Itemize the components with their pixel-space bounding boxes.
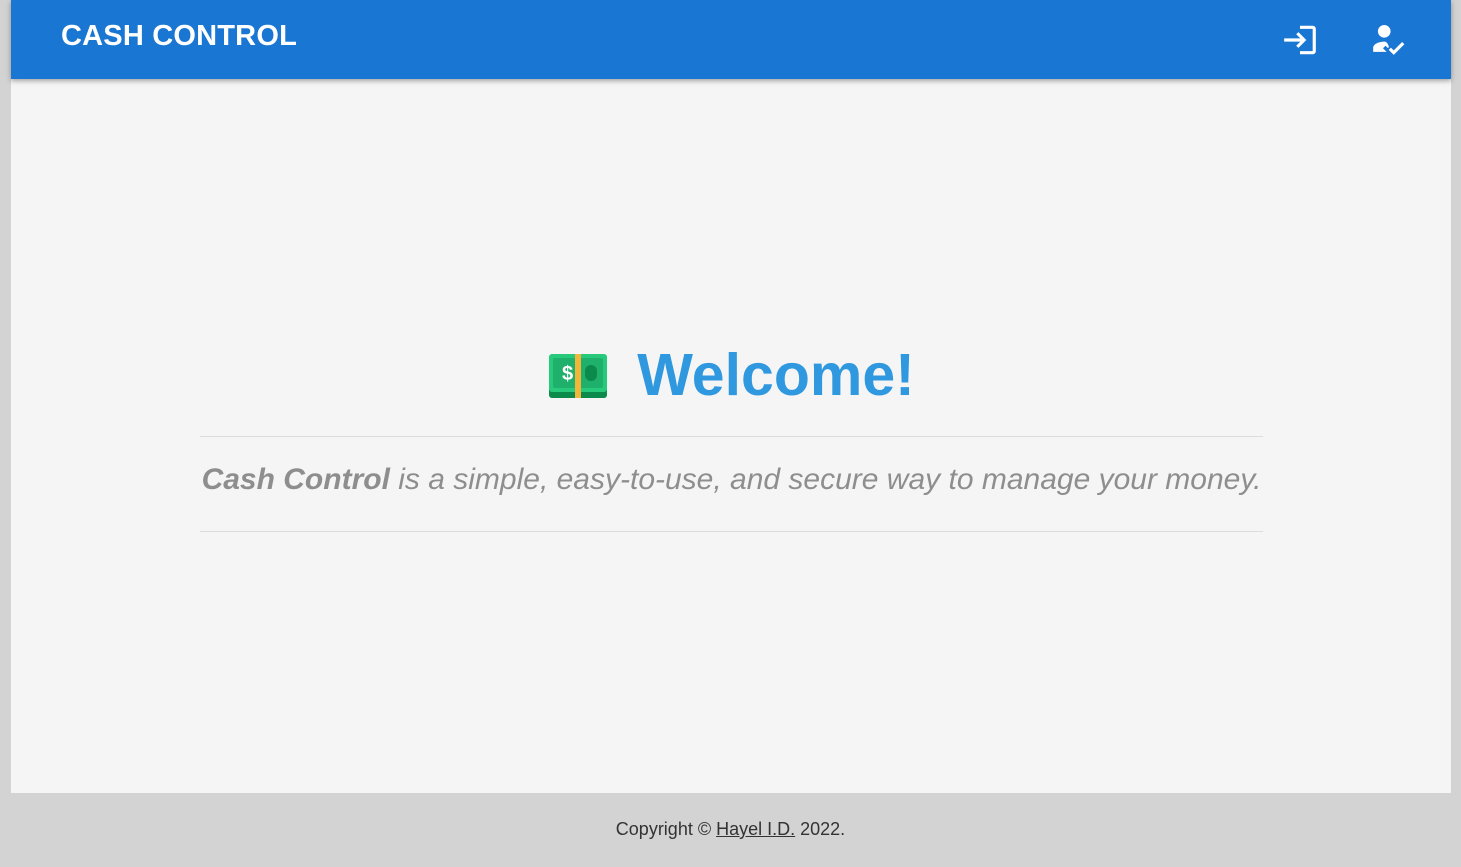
money-banknote-icon: $ bbox=[549, 354, 608, 398]
tagline-brand: Cash Control bbox=[201, 463, 390, 496]
register-button[interactable] bbox=[1368, 19, 1410, 61]
login-button[interactable] bbox=[1279, 19, 1321, 61]
person-check-icon bbox=[1373, 24, 1405, 55]
divider-bottom bbox=[200, 531, 1263, 532]
copyright-prefix: Copyright © bbox=[615, 819, 717, 839]
welcome-heading: $ Welcome! bbox=[547, 340, 915, 410]
welcome-section: $ Welcome! bbox=[11, 340, 1451, 410]
app-container: CASH CONTROL $ Welcome! Cash Control is … bbox=[11, 0, 1451, 793]
copyright-year: 2022. bbox=[795, 819, 846, 839]
welcome-title: Welcome! bbox=[637, 342, 915, 408]
svg-text:$: $ bbox=[562, 363, 573, 385]
app-bar: CASH CONTROL bbox=[11, 0, 1451, 79]
author-link[interactable]: Hayel I.D. bbox=[716, 819, 795, 839]
login-icon bbox=[1284, 25, 1316, 55]
tagline-text: is a simple, easy-to-use, and secure way… bbox=[389, 463, 1262, 496]
footer: Copyright © Hayel I.D. 2022. bbox=[0, 819, 1461, 840]
divider-top bbox=[200, 436, 1263, 437]
brand-title[interactable]: CASH CONTROL bbox=[61, 20, 297, 53]
tagline: Cash Control is a simple, easy-to-use, a… bbox=[200, 463, 1263, 497]
